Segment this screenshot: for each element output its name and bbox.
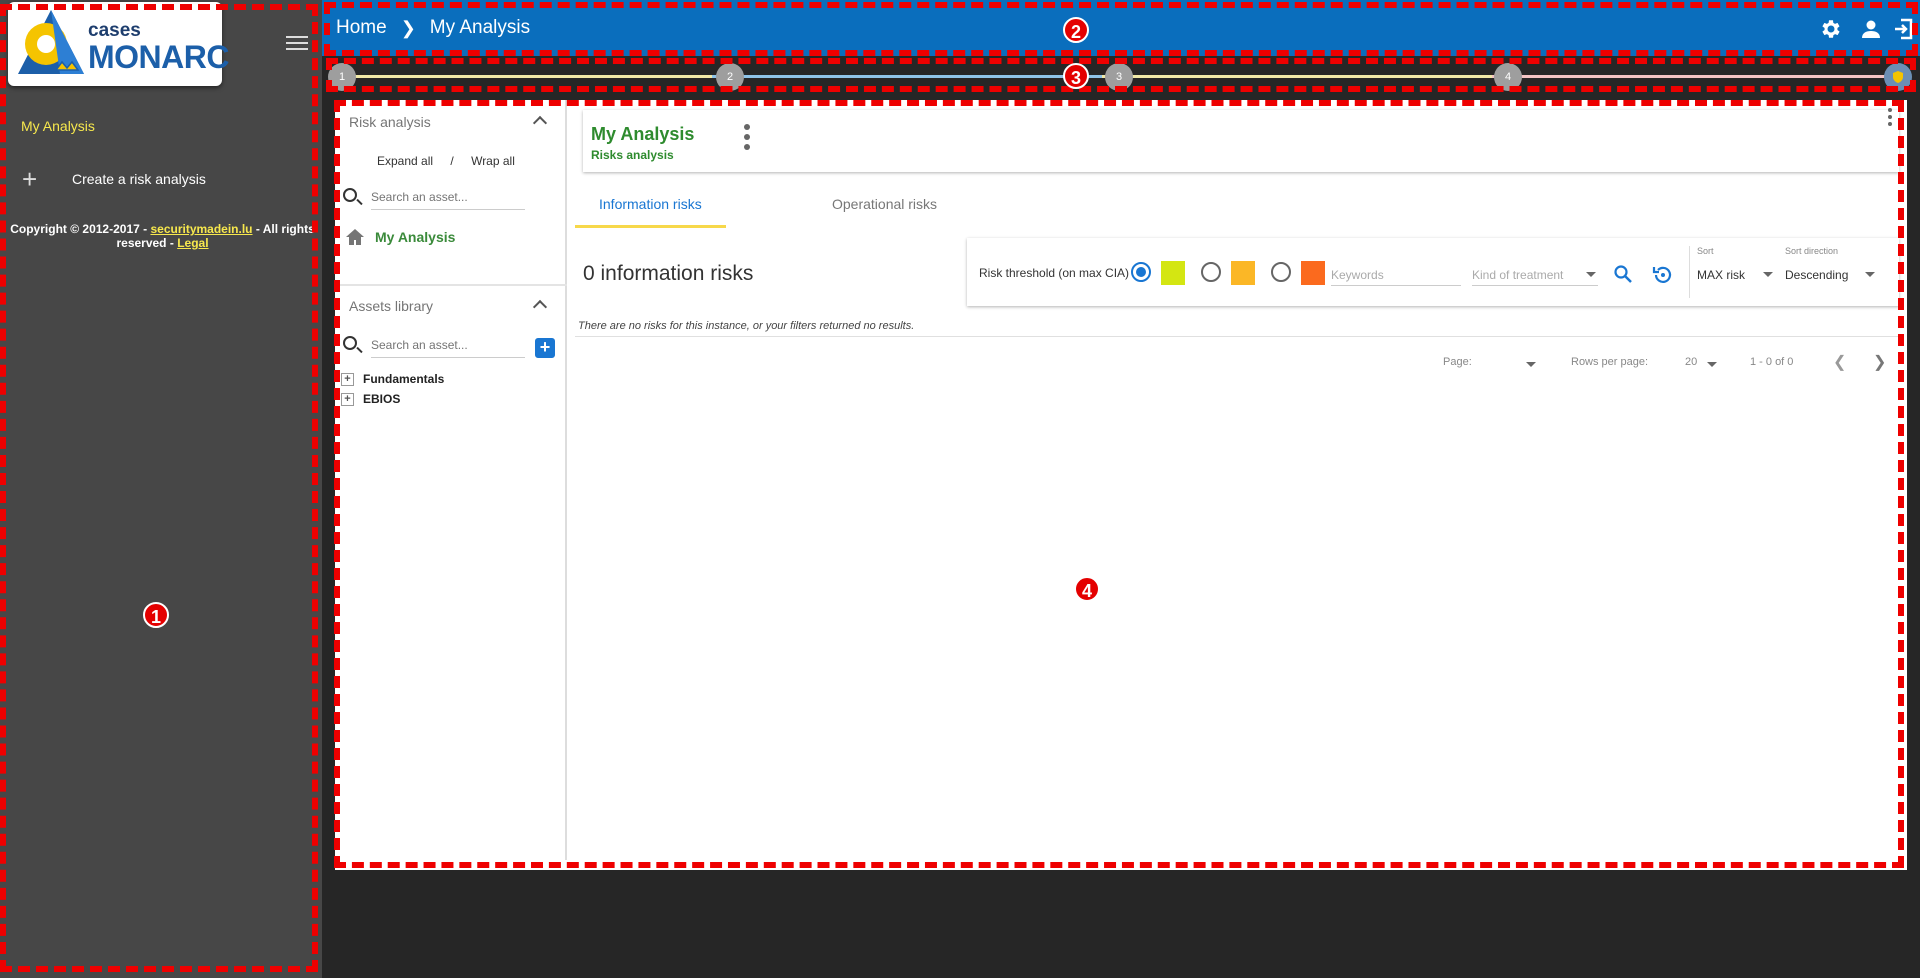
step-3-button[interactable]: 3 [1105, 63, 1133, 91]
chevron-right-icon[interactable]: ❯ [1873, 352, 1886, 372]
copyright-notice: Copyright © 2012-2017 - securitymadein.l… [10, 222, 315, 250]
risk-analysis-title: Risk analysis [349, 114, 431, 130]
risk-filter-bar: Risk threshold (on max CIA) Keywords Kin… [967, 238, 1899, 306]
sort-direction-select[interactable]: Descending [1785, 264, 1877, 286]
tree-root-my-analysis[interactable]: My Analysis [345, 228, 455, 246]
divider [575, 336, 1901, 337]
analysis-title-card: My Analysis Risks analysis [583, 110, 1899, 172]
monarc-logo-icon [18, 10, 84, 74]
page-label: Page: [1443, 356, 1472, 368]
library-search [341, 332, 561, 360]
breadcrumb-home[interactable]: Home [336, 17, 387, 39]
chevron-up-icon[interactable] [532, 299, 548, 315]
dropdown-arrow-icon [1865, 272, 1875, 277]
top-header: Home ❯ My Analysis [322, 0, 1920, 56]
assets-library-title: Assets library [349, 298, 434, 314]
sort-select[interactable]: MAX risk [1697, 264, 1775, 286]
threshold-label: Risk threshold (on max CIA) [979, 266, 1130, 280]
sort-direction-label: Sort direction [1785, 246, 1839, 256]
risk-count: 0 information risks [583, 262, 754, 285]
tab-operational-risks[interactable]: Operational risks [808, 186, 961, 228]
step-2-button[interactable]: 2 [716, 63, 744, 91]
user-icon[interactable] [1859, 17, 1883, 41]
chevron-up-icon[interactable] [532, 115, 548, 131]
add-asset-icon[interactable]: + [535, 338, 555, 358]
hamburger-menu-icon[interactable] [286, 36, 308, 52]
expand-all-button[interactable]: Expand all [377, 154, 433, 168]
asset-tree-pane: Risk analysis Expand all / Wrap all My A… [335, 100, 567, 860]
logout-icon[interactable] [1892, 17, 1916, 41]
empty-risks-message: There are no risks for this instance, or… [578, 320, 915, 332]
annotation-marker-1: 1 [143, 602, 169, 628]
wrap-all-button[interactable]: Wrap all [471, 154, 515, 168]
more-vert-icon[interactable] [744, 124, 750, 154]
securitymadein-link[interactable]: securitymadein.lu [150, 222, 252, 236]
rows-per-page-select[interactable]: 20 [1685, 356, 1697, 376]
method-stepper: 1 2 3 4 [322, 58, 1920, 96]
sidebar-item-my-analysis[interactable]: My Analysis [21, 118, 95, 134]
annotation-marker-2: 2 [1063, 17, 1089, 43]
library-item-ebios[interactable]: + EBIOS [341, 392, 400, 406]
threshold-swatch-low [1161, 261, 1185, 285]
threshold-radio-medium[interactable] [1201, 262, 1221, 282]
main-card: Risk analysis Expand all / Wrap all My A… [335, 100, 1907, 870]
step-line-3 [1102, 75, 1492, 78]
rows-select-arrow-icon[interactable] [1707, 362, 1717, 367]
library-search-input[interactable] [371, 332, 525, 358]
annotation-marker-3: 3 [1063, 63, 1089, 89]
pagination-range: 1 - 0 of 0 [1750, 356, 1794, 368]
monarc-logo[interactable]: cases MONARC [8, 2, 229, 86]
divider [1689, 246, 1690, 298]
risk-analysis-header: Risk analysis [335, 100, 567, 140]
home-icon [346, 229, 364, 245]
chevron-left-icon[interactable]: ❮ [1833, 352, 1846, 372]
step-1-button[interactable]: 1 [328, 63, 356, 91]
expand-plus-icon[interactable]: + [341, 372, 354, 386]
step-line-4 [1492, 75, 1892, 78]
legal-link[interactable]: Legal [177, 236, 208, 250]
create-risk-analysis-button[interactable]: + Create a risk analysis [20, 164, 300, 194]
threshold-swatch-medium [1231, 261, 1255, 285]
rows-per-page-label: Rows per page: [1571, 356, 1649, 368]
step-line-2 [712, 75, 1102, 78]
threshold-swatch-high [1301, 261, 1325, 285]
dropdown-arrow-icon [1586, 272, 1596, 277]
page-select-arrow-icon[interactable] [1526, 362, 1536, 367]
dropdown-arrow-icon [1763, 272, 1773, 277]
annotation-marker-4: 4 [1074, 576, 1100, 602]
plus-icon: + [22, 163, 38, 194]
breadcrumb: Home ❯ My Analysis [336, 17, 530, 39]
search-icon [343, 336, 357, 350]
create-risk-analysis-label: Create a risk analysis [72, 171, 206, 187]
treatment-select[interactable]: Kind of treatment [1472, 264, 1598, 286]
logo-monarc-text: MONARC [88, 39, 229, 75]
tab-information-risks[interactable]: Information risks [575, 186, 726, 228]
chevron-right-icon: ❯ [400, 17, 416, 38]
shield-icon[interactable] [1884, 63, 1912, 91]
asset-search [341, 184, 561, 212]
asset-search-input[interactable] [371, 184, 525, 210]
library-item-fundamentals[interactable]: + Fundamentals [341, 372, 444, 386]
breadcrumb-current: My Analysis [429, 17, 531, 38]
threshold-radio-high[interactable] [1271, 262, 1291, 282]
threshold-radio-low[interactable] [1131, 262, 1151, 282]
gear-icon[interactable] [1819, 17, 1843, 41]
expand-wrap-controls: Expand all / Wrap all [377, 154, 515, 168]
more-vert-corner-icon[interactable] [1888, 108, 1892, 130]
analysis-subtitle: Risks analysis [591, 148, 674, 162]
search-icon[interactable] [1613, 264, 1633, 284]
step-4-button[interactable]: 4 [1494, 63, 1522, 91]
analysis-title: My Analysis [591, 124, 695, 144]
search-icon [343, 188, 357, 202]
sort-label: Sort [1697, 246, 1714, 256]
step-line-1 [342, 75, 712, 78]
keywords-input[interactable]: Keywords [1331, 264, 1461, 286]
reset-filters-icon[interactable] [1651, 264, 1673, 286]
expand-plus-icon[interactable]: + [341, 392, 354, 406]
sidebar: cases MONARC My Analysis + Create a risk… [0, 0, 322, 978]
assets-library-header: Assets library [335, 284, 567, 324]
